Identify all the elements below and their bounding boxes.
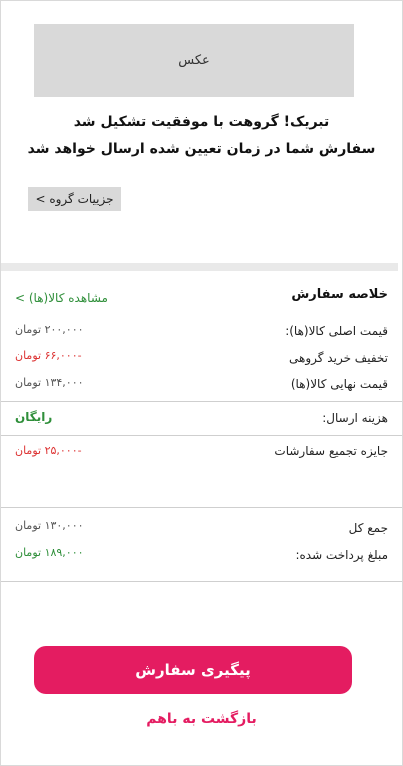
total-value: ۱۳۰,۰۰۰ تومان [15,519,84,532]
success-headline: تبریک! گروهت با موفقیت تشکیل شد [73,114,330,130]
paid-amount-value: ۱۸۹,۰۰۰ تومان [15,546,84,559]
photo-placeholder: عکس [34,24,354,97]
order-success-screen: عکس تبریک! گروهت با موفقیت تشکیل شد سفار… [0,0,403,766]
success-subheadline: سفارش شما در زمان تعیین شده ارسال خواهد … [27,141,376,157]
group-discount-value: -۶۶,۰۰۰ تومان [15,349,82,362]
reward-value: -۲۵,۰۰۰ تومان [15,444,82,457]
final-price-label: قیمت نهایی کالا(ها) [290,377,388,391]
reward-label: جایزه تجمیع سفارشات [274,444,388,458]
divider [1,401,402,402]
track-order-button[interactable]: پیگیری سفارش [34,646,352,694]
view-items-link[interactable]: مشاهده کالا(ها) > [15,291,108,305]
original-price-value: ۲۰۰,۰۰۰ تومان [15,323,84,336]
shipping-label: هزینه ارسال: [322,411,388,425]
divider [1,581,402,582]
back-to-bahom-link[interactable]: بازگشت به باهم [1,711,402,727]
total-label: جمع کل [348,521,388,535]
divider [1,435,402,436]
photo-label: عکس [178,53,210,68]
final-price-value: ۱۳۴,۰۰۰ تومان [15,376,84,389]
group-discount-label: تخفیف خرید گروهی [289,351,388,365]
original-price-label: قیمت اصلی کالا(ها): [285,324,388,338]
group-details-button[interactable]: جزییات گروه > [28,187,121,211]
divider [1,507,402,508]
shipping-value: رایگان [15,410,53,424]
section-divider [1,263,398,271]
paid-amount-label: مبلغ پرداخت شده: [295,548,388,562]
order-summary-title: خلاصه سفارش [291,287,388,302]
